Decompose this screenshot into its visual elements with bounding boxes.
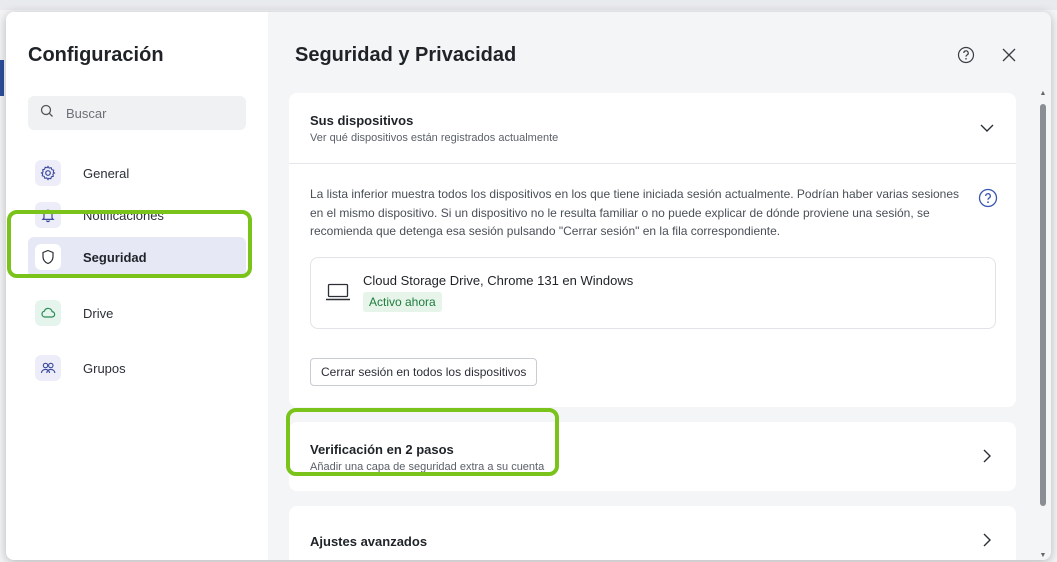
sidebar-item-label: Notificaciones	[83, 207, 164, 223]
device-row: Cloud Storage Drive, Chrome 131 en Windo…	[310, 257, 996, 329]
help-icon	[978, 188, 998, 208]
scrollbar[interactable]: ▲ ▼	[1039, 90, 1047, 560]
search-icon	[40, 104, 54, 123]
gear-icon	[35, 160, 61, 186]
devices-card-header[interactable]: Sus dispositivos Ver qué dispositivos es…	[289, 93, 1016, 163]
advanced-title: Ajustes avanzados	[310, 534, 428, 549]
two-step-card[interactable]: Verificación en 2 pasos Añadir una capa …	[289, 422, 1016, 491]
scroll-up-arrow[interactable]: ▲	[1039, 90, 1047, 98]
two-step-header: Verificación en 2 pasos Añadir una capa …	[289, 422, 1016, 492]
shield-icon	[35, 244, 61, 270]
close-icon	[1002, 48, 1016, 62]
two-step-subtitle: Añadir una capa de seguridad extra a su …	[310, 461, 545, 473]
help-button[interactable]	[953, 42, 979, 68]
close-button[interactable]	[996, 42, 1022, 68]
scroll-down-arrow[interactable]: ▼	[1039, 552, 1047, 560]
settings-sidebar: Configuración General Notificaciones Seg…	[6, 12, 268, 560]
devices-subtitle: Ver qué dispositivos están registrados a…	[310, 132, 559, 144]
devices-description: La lista inferior muestra todos los disp…	[310, 187, 960, 238]
devices-card: Sus dispositivos Ver qué dispositivos es…	[289, 93, 1016, 407]
search-box[interactable]	[28, 96, 246, 130]
cloud-icon	[35, 300, 61, 326]
divider	[289, 163, 1016, 164]
advanced-header: Ajustes avanzados	[289, 506, 1016, 560]
sidebar-item-general[interactable]: General	[28, 153, 246, 193]
chevron-right-icon	[983, 449, 991, 463]
advanced-card[interactable]: Ajustes avanzados	[289, 506, 1016, 560]
chevron-right-icon	[983, 533, 991, 547]
background-accent-bar	[0, 60, 4, 96]
bell-icon	[35, 202, 61, 228]
device-name: Cloud Storage Drive, Chrome 131 en Windo…	[363, 273, 634, 288]
sidebar-item-label: Drive	[83, 305, 114, 321]
sidebar-item-drive[interactable]: Drive	[28, 293, 246, 333]
sidebar-item-notificaciones[interactable]: Notificaciones	[28, 195, 246, 235]
sidebar-item-label: Seguridad	[83, 249, 147, 265]
sidebar-item-seguridad[interactable]: Seguridad	[28, 237, 246, 277]
sidebar-item-label: Grupos	[83, 360, 126, 376]
scroll-thumb[interactable]	[1040, 104, 1046, 506]
group-icon	[35, 355, 61, 381]
sidebar-item-label: General	[83, 165, 130, 181]
settings-main: Seguridad y Privacidad Sus dispositivos …	[268, 12, 1051, 560]
logout-all-button[interactable]: Cerrar sesión en todos los dispositivos	[310, 358, 538, 386]
search-input[interactable]	[66, 105, 216, 121]
help-icon	[957, 46, 975, 64]
two-step-title: Verificación en 2 pasos	[310, 442, 454, 457]
page-title: Seguridad y Privacidad	[295, 44, 517, 66]
devices-help-button[interactable]	[978, 188, 998, 213]
devices-title: Sus dispositivos	[310, 113, 414, 128]
status-badge: Activo ahora	[363, 292, 442, 312]
sidebar-title: Configuración	[28, 44, 164, 66]
chevron-down-icon	[980, 124, 994, 132]
laptop-icon	[325, 282, 351, 307]
background-topbar	[0, 0, 1057, 10]
sidebar-item-grupos[interactable]: Grupos	[28, 348, 246, 388]
settings-dialog: Configuración General Notificaciones Seg…	[6, 12, 1051, 560]
